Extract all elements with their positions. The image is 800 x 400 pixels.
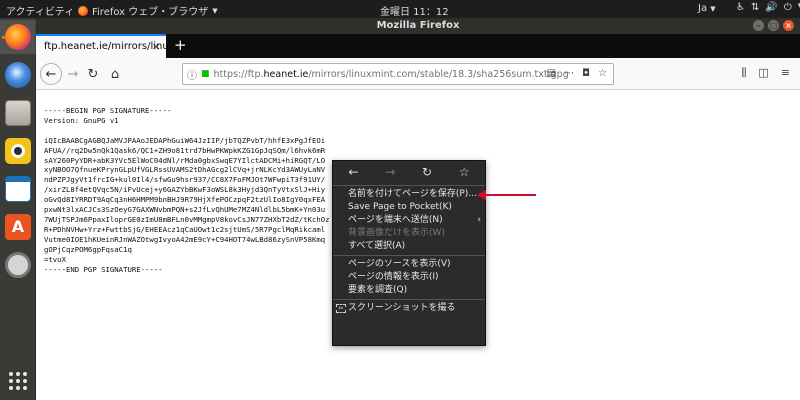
writer-icon	[5, 176, 31, 202]
separator	[333, 299, 485, 300]
minimize-button[interactable]: –	[753, 20, 764, 31]
pgp-signature-text: -----BEGIN PGP SIGNATURE----- Version: G…	[44, 106, 330, 274]
reload-button[interactable]: ↻	[84, 64, 102, 84]
firefox-window: Mozilla Firefox – □ × ftp.heanet.ie/mirr…	[36, 18, 800, 400]
context-forward-icon[interactable]: →	[385, 165, 395, 179]
url-bar[interactable]: ⓘ ■ https://ftp. heanet.ie/mirrors/linuxm…	[182, 63, 614, 85]
maximize-button[interactable]: □	[768, 20, 779, 31]
accessibility-icon[interactable]: ♿	[736, 2, 745, 13]
power-icon[interactable]: ⏻	[784, 2, 792, 13]
system-tray[interactable]: ♿ ⇅ 🔊 ⏻ ▼	[736, 2, 800, 13]
page-actions-icon[interactable]: ⋯	[564, 68, 574, 79]
menu-item-select-all[interactable]: すべて選択(A)	[333, 240, 485, 253]
menu-item-label: ページを端末へ送信(N)	[348, 215, 443, 225]
pocket-icon[interactable]: ◘	[582, 68, 590, 79]
menu-item-label: 名前を付けてページを保存(P)...	[348, 189, 477, 199]
menu-item-save-to-pocket[interactable]: Save Page to Pocket(K)	[333, 201, 485, 214]
app-menu-label: Firefox ウェブ・ブラウザ	[92, 7, 209, 18]
menu-item-label: すべて選択(A)	[348, 241, 406, 251]
window-controls: – □ ×	[753, 20, 794, 31]
network-icon[interactable]: ⇅	[751, 2, 759, 13]
dock-thunderbird[interactable]	[0, 58, 36, 92]
tab-bar: ftp.heanet.ie/mirrors/linux × +	[36, 34, 800, 58]
navigation-toolbar: ← → ↻ ⌂ ⓘ ■ https://ftp. heanet.ie/mirror…	[36, 58, 800, 90]
desktop: アクティビティ Firefox ウェブ・ブラウザ ▼ 金曜日 11：12 Ja …	[0, 0, 800, 400]
context-menu: ← → ↻ ☆ 名前を付けてページを保存(P)... Save Page to …	[332, 160, 486, 346]
page-content[interactable]: -----BEGIN PGP SIGNATURE----- Version: G…	[36, 90, 800, 400]
lock-icon[interactable]: ■	[201, 69, 210, 79]
firefox-icon	[78, 5, 88, 16]
library-icon[interactable]: ⫼	[741, 66, 746, 80]
software-center-icon: A	[5, 214, 31, 240]
toolbar-right: ⫼ ◫ ≡	[741, 66, 800, 80]
home-button[interactable]: ⌂	[106, 64, 124, 84]
menu-item-label: ページのソースを表示(V)	[348, 259, 451, 269]
show-applications-button[interactable]	[0, 364, 36, 398]
bookmark-star-icon[interactable]: ☆	[598, 68, 607, 79]
menu-item-send-page[interactable]: ページを端末へ送信(N) ›	[333, 214, 485, 227]
volume-icon[interactable]: 🔊	[765, 2, 777, 13]
window-title: Mozilla Firefox	[376, 20, 460, 31]
context-back-icon[interactable]: ←	[348, 165, 358, 179]
dock-files[interactable]	[0, 96, 36, 130]
top-panel: アクティビティ Firefox ウェブ・ブラウザ ▼ 金曜日 11：12 Ja …	[0, 0, 800, 18]
menu-item-inspect[interactable]: 要素を調査(Q)	[333, 284, 485, 297]
separator	[333, 185, 485, 186]
url-path: /mirrors/linuxmint.com/stable/18.3/sha25…	[308, 68, 569, 80]
apps-grid-icon	[9, 372, 27, 390]
tab-label: ftp.heanet.ie/mirrors/linux	[44, 41, 166, 52]
sidebar-icon[interactable]: ◫	[758, 66, 768, 80]
firefox-icon	[5, 24, 31, 50]
clock[interactable]: 金曜日 11：12	[380, 3, 449, 18]
url-actions: ▤ ⋯ ◘ ☆	[547, 68, 607, 79]
chevron-down-icon: ▼	[212, 6, 218, 15]
close-button[interactable]: ×	[783, 20, 794, 31]
window-titlebar[interactable]: Mozilla Firefox – □ ×	[36, 18, 800, 34]
lang-label: Ja	[698, 3, 708, 14]
menu-item-view-source[interactable]: ページのソースを表示(V)	[333, 258, 485, 271]
activities-button[interactable]: アクティビティ	[6, 3, 74, 18]
new-tab-button[interactable]: +	[174, 36, 187, 54]
separator	[333, 255, 485, 256]
screenshot-icon: ✂	[336, 304, 346, 313]
files-icon	[5, 100, 31, 126]
forward-button[interactable]: →	[64, 64, 82, 84]
menu-item-label: スクリーンショットを撮る	[348, 303, 456, 313]
submenu-arrow-icon: ›	[477, 215, 481, 225]
menu-item-label: ページの情報を表示(I)	[348, 272, 439, 282]
dock-libreoffice-writer[interactable]	[0, 172, 36, 206]
dock: A	[0, 18, 36, 400]
menu-item-label: Save Page to Pocket(K)	[348, 202, 452, 212]
software-updater-icon	[5, 252, 31, 278]
menu-item-label: 背景画像だけを表示(W)	[348, 228, 445, 238]
url-host: heanet.ie	[263, 68, 309, 80]
dock-software[interactable]: A	[0, 210, 36, 244]
context-reload-icon[interactable]: ↻	[422, 165, 432, 179]
menu-item-screenshot[interactable]: ✂ スクリーンショットを撮る	[333, 302, 485, 315]
tab-active[interactable]: ftp.heanet.ie/mirrors/linux ×	[36, 34, 166, 58]
menu-item-save-page[interactable]: 名前を付けてページを保存(P)...	[333, 188, 485, 201]
menu-icon[interactable]: ≡	[781, 66, 790, 80]
dock-rhythmbox[interactable]	[0, 134, 36, 168]
context-nav-row: ← → ↻ ☆	[333, 161, 485, 183]
dock-firefox[interactable]	[0, 20, 36, 54]
dock-updater[interactable]	[0, 248, 36, 282]
chevron-down-icon: ▼	[710, 5, 716, 13]
back-button[interactable]: ←	[40, 63, 62, 85]
rhythmbox-icon	[5, 138, 31, 164]
url-prefix: https://ftp.	[213, 68, 264, 80]
menu-item-page-info[interactable]: ページの情報を表示(I)	[333, 271, 485, 284]
running-indicator	[2, 36, 5, 39]
thunderbird-icon	[5, 62, 31, 88]
input-method-indicator[interactable]: Ja ▼	[698, 3, 716, 14]
red-arrow-annotation	[476, 190, 536, 200]
app-menu[interactable]: Firefox ウェブ・ブラウザ ▼	[78, 3, 218, 18]
close-tab-icon[interactable]: ×	[152, 40, 161, 53]
info-icon[interactable]: ⓘ	[187, 67, 197, 82]
context-bookmark-icon[interactable]: ☆	[459, 165, 470, 179]
menu-item-view-background[interactable]: 背景画像だけを表示(W)	[333, 227, 485, 240]
menu-item-label: 要素を調査(Q)	[348, 285, 408, 295]
reader-view-icon[interactable]: ▤	[547, 68, 556, 79]
